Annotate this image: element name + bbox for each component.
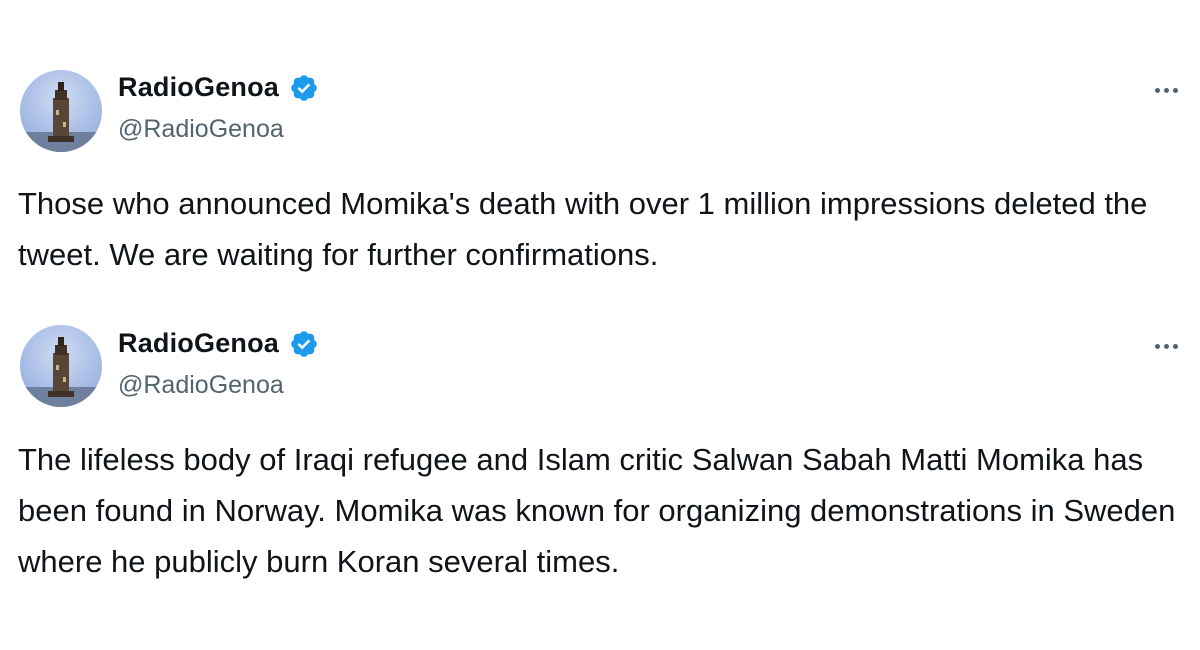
- more-options-icon-dot: [1172, 343, 1178, 349]
- verified-badge-icon: [291, 74, 317, 101]
- author-handle[interactable]: @RadioGenoa: [118, 371, 284, 400]
- lighthouse-avatar-icon: [20, 82, 102, 152]
- tweet-text: The lifeless body of Iraqi refugee and I…: [18, 442, 1176, 579]
- tweet-card[interactable]: RadioGenoa @RadioGenoa The lifeless body…: [0, 300, 1200, 650]
- author-handle[interactable]: @RadioGenoa: [118, 115, 284, 144]
- more-options-icon-dot: [1172, 87, 1178, 93]
- author-name-row: RadioGenoa: [118, 72, 319, 103]
- more-options-icon-dot: [1163, 87, 1169, 93]
- more-options-icon-dot: [1163, 343, 1169, 349]
- verified-badge-icon: [291, 330, 317, 357]
- tweet-text: Those who announced Momika's death with …: [18, 186, 1148, 272]
- more-options-button[interactable]: [1146, 332, 1186, 360]
- tweet-card[interactable]: RadioGenoa @RadioGenoa Those who announc…: [0, 0, 1200, 300]
- avatar[interactable]: [20, 70, 102, 152]
- more-options-button[interactable]: [1146, 76, 1186, 104]
- more-options-icon: [1154, 343, 1160, 349]
- display-name[interactable]: RadioGenoa: [118, 72, 279, 103]
- lighthouse-avatar-icon: [20, 337, 102, 407]
- display-name[interactable]: RadioGenoa: [118, 328, 279, 359]
- more-options-icon: [1154, 87, 1160, 93]
- author-name-row: RadioGenoa: [118, 328, 319, 359]
- avatar[interactable]: [20, 325, 102, 407]
